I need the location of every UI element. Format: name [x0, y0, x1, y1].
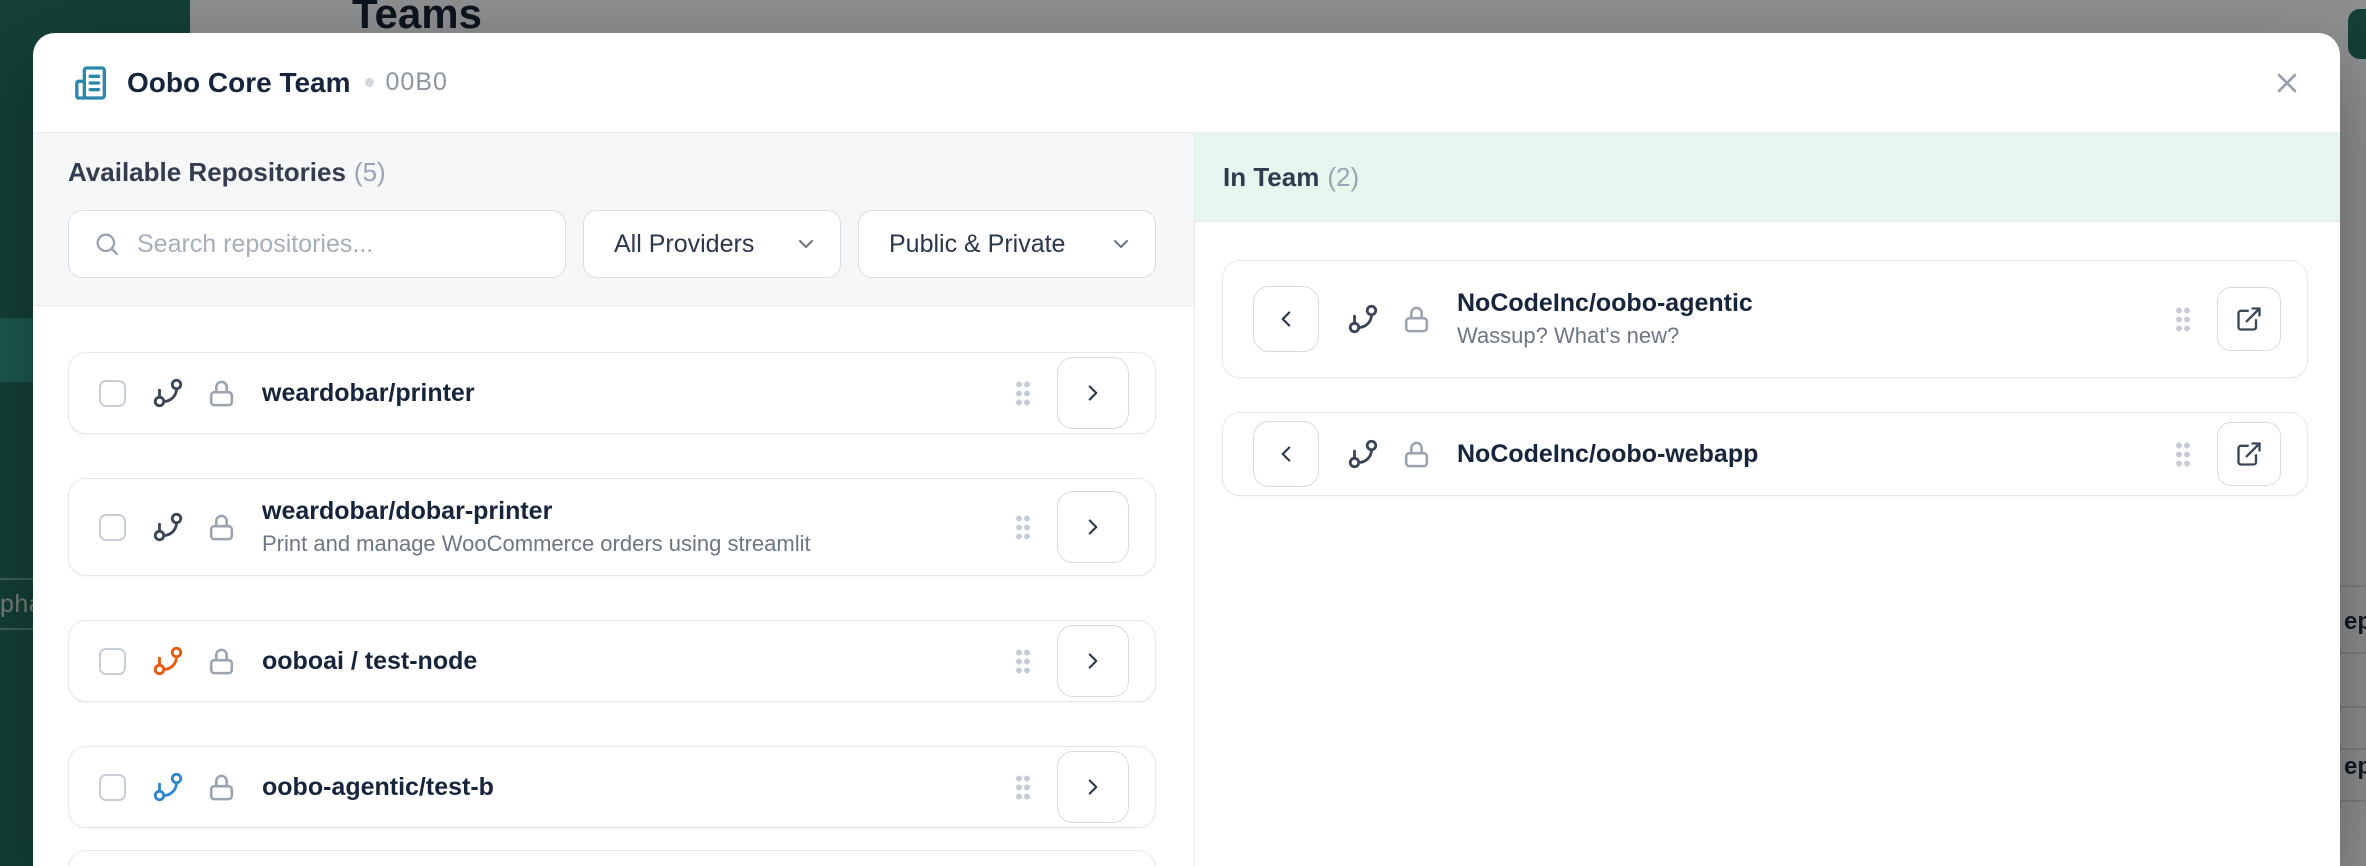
- in-team-heading-label: In Team: [1223, 162, 1320, 192]
- repo-info: weardobar/dobar-printer Print and manage…: [262, 497, 811, 557]
- repo-name: weardobar/dobar-printer: [262, 497, 553, 525]
- in-team-repo-list: NoCodeInc/oobo-agentic Wassup? What's ne…: [1195, 222, 2340, 496]
- drag-handle-icon[interactable]: [1015, 773, 1031, 801]
- modal-header: Oobo Core Team 00B0: [33, 33, 2340, 133]
- repo-info: NoCodeInc/oobo-agentic Wassup? What's ne…: [1457, 289, 1753, 349]
- available-repo-list: weardobar/printer weardobar/dobar-printe…: [33, 306, 1194, 866]
- provider-filter-value: All Providers: [614, 229, 755, 258]
- in-team-heading: In Team (2): [1223, 160, 1359, 194]
- available-heading: Available Repositories (5): [68, 155, 1156, 189]
- repo-card-partial[interactable]: [68, 850, 1156, 866]
- in-team-panel: In Team (2) NoCodeInc/oobo-agentic Wassu…: [1195, 133, 2340, 866]
- repo-card[interactable]: weardobar/dobar-printer Print and manage…: [68, 478, 1156, 576]
- team-repo-card[interactable]: NoCodeInc/oobo-webapp: [1222, 412, 2308, 496]
- in-team-count: (2): [1327, 162, 1360, 192]
- lock-icon: [206, 772, 237, 803]
- visibility-filter-value: Public & Private: [889, 229, 1066, 258]
- search-input[interactable]: [137, 229, 545, 259]
- visibility-filter-dropdown[interactable]: Public & Private: [858, 210, 1156, 278]
- drag-handle-icon[interactable]: [1015, 513, 1031, 541]
- add-to-team-button[interactable]: [1057, 357, 1129, 429]
- add-to-team-button[interactable]: [1057, 491, 1129, 563]
- lock-icon: [1401, 304, 1432, 335]
- chevron-left-icon: [1281, 446, 1291, 462]
- drag-handle-icon[interactable]: [2175, 440, 2191, 468]
- git-branch-icon: [1346, 302, 1380, 336]
- repo-info: oobo-agentic/test-b: [262, 773, 494, 802]
- external-link-icon: [2237, 442, 2261, 466]
- modal-title: Oobo Core Team: [127, 66, 351, 98]
- repo-name: weardobar/printer: [262, 378, 475, 407]
- repo-info: weardobar/printer: [262, 379, 475, 408]
- chevron-down-icon: [799, 240, 813, 248]
- drag-handle-icon[interactable]: [2175, 305, 2191, 333]
- chevron-right-icon: [1088, 779, 1098, 795]
- repo-checkbox[interactable]: [99, 379, 126, 407]
- chevron-left-icon: [1281, 311, 1291, 327]
- git-branch-icon: [151, 770, 185, 804]
- repo-checkbox[interactable]: [99, 513, 126, 541]
- repo-description: Wassup? What's new?: [1457, 323, 1680, 348]
- repo-name: ooboai / test-node: [262, 646, 478, 675]
- add-to-team-button[interactable]: [1057, 751, 1129, 823]
- team-repo-card[interactable]: NoCodeInc/oobo-agentic Wassup? What's ne…: [1222, 260, 2308, 378]
- repo-name: oobo-agentic/test-b: [262, 772, 494, 801]
- lock-icon: [1401, 439, 1432, 470]
- provider-filter-dropdown[interactable]: All Providers: [583, 210, 841, 278]
- git-branch-icon: [151, 376, 185, 410]
- external-link-icon: [2237, 307, 2261, 331]
- available-repositories-panel: Available Repositories(5) All Providers: [33, 133, 1195, 866]
- team-code: 00B0: [385, 68, 448, 96]
- available-count: (5): [353, 157, 386, 187]
- in-team-header-band: In Team (2): [1195, 133, 2340, 222]
- lock-icon: [206, 512, 237, 543]
- repo-info: NoCodeInc/oobo-webapp: [1457, 440, 1758, 469]
- chevron-right-icon: [1088, 385, 1098, 401]
- chevron-down-icon: [1114, 240, 1128, 248]
- repo-info: ooboai / test-node: [262, 647, 477, 676]
- close-icon: [2277, 73, 2297, 92]
- open-repo-external-button[interactable]: [2217, 287, 2281, 351]
- git-branch-icon: [151, 644, 185, 678]
- repo-card[interactable]: weardobar/printer: [68, 352, 1156, 434]
- repo-checkbox[interactable]: [99, 773, 126, 801]
- chevron-right-icon: [1088, 519, 1098, 535]
- git-branch-icon: [151, 510, 185, 544]
- repo-description: Print and manage WooCommerce orders usin…: [262, 531, 811, 556]
- repo-card[interactable]: oobo-agentic/test-b: [68, 746, 1156, 828]
- repo-name: NoCodeInc/oobo-agentic: [1457, 289, 1753, 317]
- search-box: [68, 210, 566, 278]
- repo-checkbox[interactable]: [99, 647, 126, 675]
- remove-from-team-button[interactable]: [1253, 421, 1319, 487]
- dot-separator: [364, 78, 374, 87]
- available-header-band: Available Repositories(5) All Providers: [33, 133, 1194, 306]
- drag-handle-icon[interactable]: [1015, 647, 1031, 675]
- add-to-team-button[interactable]: [1057, 625, 1129, 697]
- search-icon: [96, 233, 119, 256]
- building-icon: [71, 63, 111, 103]
- repo-card[interactable]: ooboai / test-node: [68, 620, 1156, 702]
- open-repo-external-button[interactable]: [2217, 422, 2281, 486]
- lock-icon: [206, 646, 237, 677]
- repo-name: NoCodeInc/oobo-webapp: [1457, 439, 1759, 468]
- available-heading-label: Available Repositories: [68, 157, 346, 187]
- git-branch-icon: [1346, 437, 1380, 471]
- chevron-right-icon: [1088, 653, 1098, 669]
- remove-from-team-button[interactable]: [1253, 286, 1319, 352]
- team-repositories-modal: Oobo Core Team 00B0 Available Repositori…: [33, 33, 2340, 866]
- lock-icon: [206, 378, 237, 409]
- close-button[interactable]: [2264, 60, 2310, 106]
- drag-handle-icon[interactable]: [1015, 379, 1031, 407]
- repository-filters: All Providers Public & Private: [68, 210, 1156, 278]
- modal-body: Available Repositories(5) All Providers: [33, 133, 2340, 866]
